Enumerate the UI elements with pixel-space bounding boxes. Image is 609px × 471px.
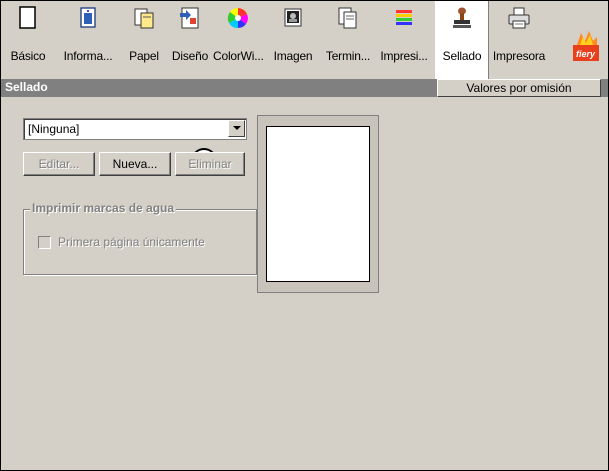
edit-button-label: Editar... (38, 157, 80, 171)
tab-informacion[interactable]: Informa... (55, 1, 121, 79)
dropdown-button[interactable] (228, 120, 245, 137)
chevron-down-icon (233, 126, 241, 130)
driver-window: Básico Informa... Papel Diseño ColorWi..… (0, 0, 609, 471)
tab-label: Termin... (325, 49, 371, 63)
tab-label: Imagen (273, 49, 313, 63)
fiery-logo-text: fiery (576, 49, 596, 59)
tab-papel[interactable]: Papel (121, 1, 167, 79)
tab-terminacion[interactable]: Termin... (323, 1, 373, 79)
preview-page (266, 126, 370, 282)
tab-label: ColorWi... (213, 49, 264, 63)
tab-label: Básico (10, 49, 46, 63)
tab-impresion[interactable]: Impresi... (373, 1, 435, 79)
tab-label: Diseño (171, 49, 209, 63)
watermark-group-legend: Imprimir marcas de agua (30, 201, 177, 215)
tab-colorwise[interactable]: ColorWi... (213, 1, 264, 79)
layout-icon (180, 7, 199, 29)
section-title: Sellado (5, 80, 48, 94)
printing-icon (396, 10, 412, 25)
delete-button-label: Eliminar (188, 157, 232, 171)
finishing-icon (338, 7, 357, 29)
image-icon (284, 8, 302, 27)
tab-basico[interactable]: Básico (1, 1, 55, 79)
blank-page-icon (19, 6, 36, 29)
first-page-only-label: Primera página únicamente (58, 235, 205, 249)
stamp-select-value: [Ninguna] (28, 122, 80, 136)
tab-label: Informa... (63, 49, 113, 63)
new-button-label: Nueva... (112, 157, 158, 171)
color-wheel-icon (227, 8, 248, 29)
new-button[interactable]: Nueva... (99, 152, 171, 176)
tab-label: Impresora (492, 49, 546, 63)
defaults-button[interactable]: Valores por omisión (437, 79, 601, 97)
tab-sellado[interactable]: Sellado (435, 1, 489, 79)
fiery-logo: fiery (571, 31, 601, 63)
tab-label: Impresi... (380, 49, 428, 63)
info-page-icon (80, 7, 96, 28)
tab-imagen[interactable]: Imagen (263, 1, 323, 79)
stamp-icon (453, 7, 471, 28)
tab-toolbar: Básico Informa... Papel Diseño ColorWi..… (1, 1, 608, 79)
tab-impresora[interactable]: Impresora (487, 1, 551, 79)
tab-label: Sellado (442, 49, 482, 63)
stamp-select[interactable]: [Ninguna] (23, 118, 247, 140)
tab-diseno[interactable]: Diseño (167, 1, 213, 79)
watermark-group: Imprimir marcas de agua Primera página ú… (23, 201, 257, 275)
printer-icon (508, 7, 530, 29)
edit-button[interactable]: Editar... (23, 152, 95, 176)
first-page-only-checkbox[interactable] (38, 236, 51, 249)
tab-label: Papel (129, 49, 159, 63)
delete-button[interactable]: Eliminar (175, 152, 245, 176)
stamp-preview (257, 115, 379, 293)
paper-icon (134, 8, 154, 29)
section-header: Sellado Valores por omisión (1, 79, 608, 97)
